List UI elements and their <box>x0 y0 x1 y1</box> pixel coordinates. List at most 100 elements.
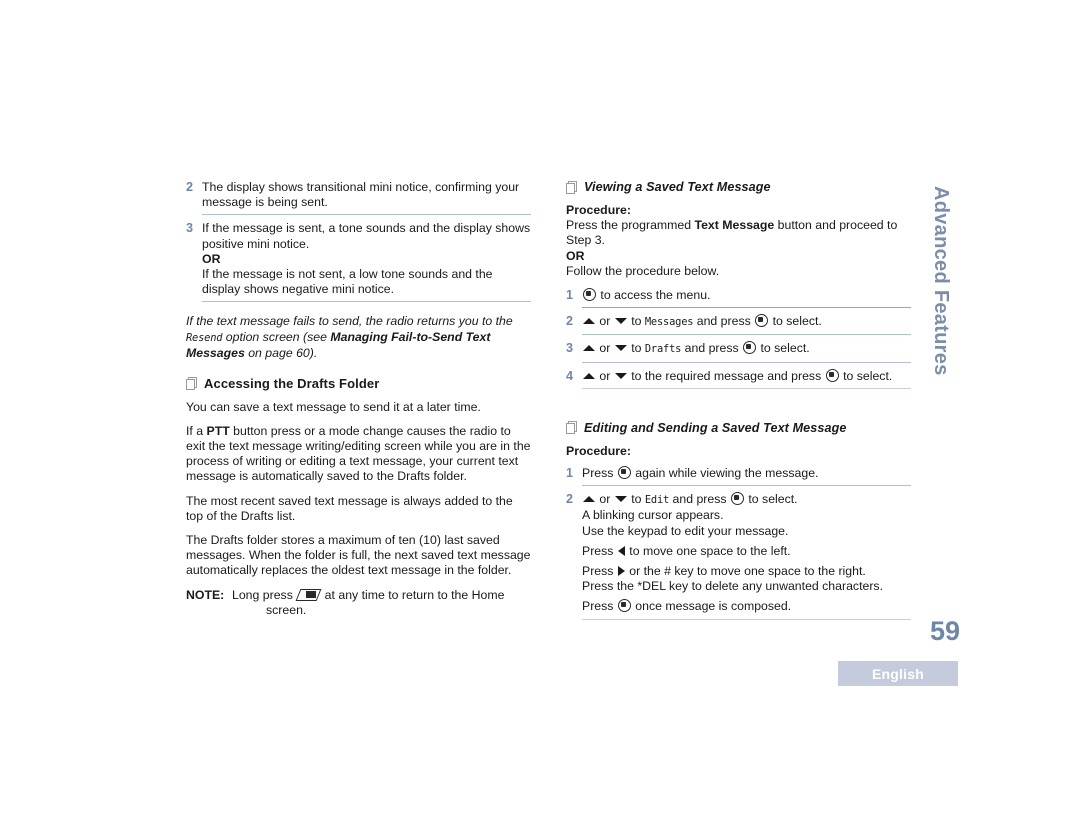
page-number: 59 <box>929 616 960 646</box>
arrow-down-icon <box>614 372 627 379</box>
step-to: to the required message and press <box>627 368 825 383</box>
press-right-post: or the # key to move one space to the ri… <box>625 564 866 579</box>
arrow-up-icon <box>583 345 595 352</box>
step-text: or to Edit and press to select. A blinki… <box>582 492 911 614</box>
step-line: message is being sent. <box>202 195 328 210</box>
paragraph: The most recent saved text message is al… <box>186 493 513 523</box>
arrow-right-icon <box>617 566 625 577</box>
arrow-down-icon <box>614 496 627 503</box>
step-number: 3 <box>186 221 194 236</box>
paragraph: You can save a text message to send it a… <box>186 399 481 414</box>
press-left-pre: Press <box>582 543 617 558</box>
step-line: to access the menu. <box>597 288 711 303</box>
menu-select-key-icon <box>583 288 596 302</box>
arrow-up-icon <box>583 318 595 325</box>
note-part-3: on page 60). <box>244 346 318 361</box>
step-to: to <box>627 492 645 507</box>
text-message-button-label: Text Message <box>694 218 775 233</box>
step-divider <box>582 618 911 620</box>
note-text-before: Long press <box>232 587 297 602</box>
note-block: NOTE: Long press at any time to return t… <box>186 588 531 619</box>
step-divider <box>582 361 911 363</box>
step-divider <box>582 485 911 487</box>
step-to: to <box>627 314 645 329</box>
step-to: to <box>627 341 645 356</box>
step-divider <box>582 334 911 336</box>
arrow-up-icon <box>583 372 595 379</box>
step-text: If the message is sent, a tone sounds an… <box>202 221 531 297</box>
step-number: 4 <box>566 368 574 383</box>
step-line: If the message is sent, a tone sounds an… <box>202 221 531 236</box>
arrow-down-icon <box>614 345 627 352</box>
right-column: Viewing a Saved Text Message Procedure: … <box>566 180 911 626</box>
side-tab-advanced-features: Advanced Features <box>930 186 952 376</box>
step-divider <box>202 214 531 216</box>
step-divider <box>582 387 911 389</box>
section-heading-viewing: Viewing a Saved Text Message <box>566 180 911 194</box>
note-part-1: If the text message fails to send, the r… <box>186 314 513 329</box>
step-end: to select. <box>769 314 822 329</box>
section-heading-label: Editing and Sending a Saved Text Message <box>584 420 847 435</box>
fail-to-send-note: If the text message fails to send, the r… <box>186 314 531 361</box>
step-text: to access the menu. <box>582 288 911 303</box>
conjunction: or <box>596 341 614 356</box>
press-left-post: to move one space to the left. <box>625 543 791 558</box>
page-bullet-icon <box>566 421 577 435</box>
ptt-post: button press or a mode change causes the… <box>186 423 531 484</box>
step-row: 2 or to Edit and press to select. A blin… <box>566 492 911 614</box>
paragraph: The Drafts folder stores a maximum of te… <box>186 533 531 578</box>
step-row: 1 Press again while viewing the message. <box>566 466 911 481</box>
menu-select-key-icon <box>617 466 631 480</box>
arrow-up-icon <box>583 496 595 503</box>
step-row: 2 or to Messages and press to select. <box>566 314 911 330</box>
arrow-down-icon <box>614 318 627 325</box>
note-part-2: option screen (see <box>222 329 331 344</box>
step-text: Press again while viewing the message. <box>582 466 911 481</box>
step-line-main: or to Edit and press to select. <box>582 492 911 508</box>
page-bullet-icon <box>186 376 197 390</box>
step-line: If the message is not sent, a low tone s… <box>202 267 493 282</box>
step-end: to select. <box>839 368 893 383</box>
step-line: display shows negative mini notice. <box>202 282 395 297</box>
procedure-intro: Press the programmed Text Message button… <box>566 218 911 248</box>
menu-select-key-icon <box>730 492 744 506</box>
menu-select-key-icon <box>617 599 631 613</box>
step-text: The display shows transitional mini noti… <box>202 180 531 210</box>
step-number: 2 <box>566 492 574 507</box>
intro-pre: Press the programmed <box>566 218 695 233</box>
note-second-line: screen. <box>266 603 307 618</box>
step-text: or to Messages and press to select. <box>582 314 911 330</box>
language-badge: English <box>838 661 958 686</box>
step-end: to select. <box>744 492 798 507</box>
section-heading-drafts: Accessing the Drafts Folder <box>186 376 531 391</box>
home-key-icon <box>295 588 322 601</box>
press-right-line: Press or the # key to move one space to … <box>582 559 911 579</box>
menu-select-key-icon <box>825 368 839 382</box>
left-column: 2 The display shows transitional mini no… <box>186 180 531 618</box>
page-bullet-icon <box>566 180 577 194</box>
step-end: to select. <box>757 341 810 356</box>
menu-item-edit: Edit <box>644 494 670 507</box>
step-number: 2 <box>186 180 194 194</box>
step-row: 2 The display shows transitional mini no… <box>186 180 531 210</box>
resend-mono: Resend <box>186 331 223 344</box>
step-divider <box>202 301 531 303</box>
section-heading-editing: Editing and Sending a Saved Text Message <box>566 421 911 435</box>
press-right-pre: Press <box>582 564 617 579</box>
step-number: 2 <box>566 314 574 329</box>
arrow-left-icon <box>617 545 625 556</box>
sub-line: Use the keypad to edit your message. <box>582 523 789 538</box>
menu-item-messages: Messages <box>644 316 694 329</box>
step-line: positive mini notice. <box>202 236 310 251</box>
conjunction: or <box>596 314 614 329</box>
note-label: NOTE: <box>186 587 225 602</box>
ptt-pre: If a <box>186 423 207 438</box>
step-row: 4 or to the required message and press t… <box>566 368 911 384</box>
press-del-line: Press the *DEL key to delete any unwante… <box>582 579 883 594</box>
menu-item-drafts: Drafts <box>644 343 682 356</box>
menu-select-key-icon <box>743 341 757 355</box>
step-row: 3 or to Drafts and press to select. <box>566 341 911 357</box>
press-menu-pre: Press <box>582 599 617 614</box>
or-label: OR <box>566 248 585 263</box>
step-number: 1 <box>566 288 574 303</box>
